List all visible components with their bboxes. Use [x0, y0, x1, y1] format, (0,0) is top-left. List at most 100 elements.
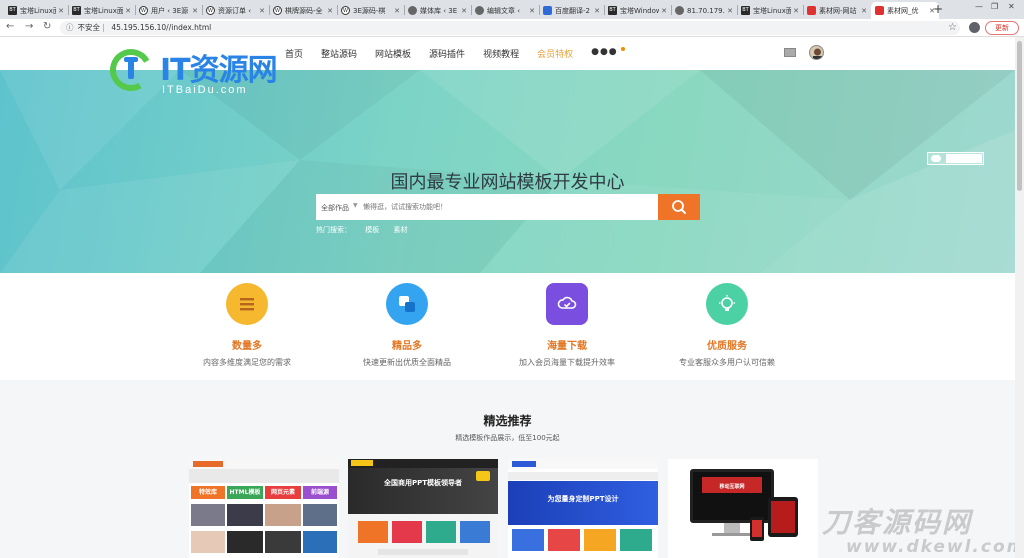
browser-tab[interactable]: W 3E源码-棋 ✕: [337, 2, 404, 19]
card-nav: [189, 469, 339, 483]
tab-close-icon[interactable]: ✕: [791, 7, 799, 15]
new-tab-button[interactable]: +: [933, 2, 943, 16]
chevron-down-icon[interactable]: ▼: [353, 202, 358, 209]
nav-home[interactable]: 首页: [285, 47, 303, 60]
address-toolbar: ← → ↻ ⓘ 不安全 | 45.195.156.10//index.html ☆…: [0, 19, 1024, 37]
tab-close-icon[interactable]: ✕: [659, 7, 667, 15]
nav-templates[interactable]: 网站模板: [375, 47, 411, 60]
url-text: 45.195.156.10//index.html: [111, 23, 212, 32]
browser-tab-strip: BT宝塔Linux面板✕BT宝塔Linux面板✕W用户 ‹ 3E源✕W资源订单 …: [0, 0, 1024, 19]
card-thumb: [265, 531, 301, 553]
browser-tab[interactable]: 媒体库 ‹ 3E ✕: [404, 2, 471, 19]
page-scrollbar[interactable]: [1015, 37, 1024, 558]
tab-close-icon[interactable]: ✕: [527, 7, 535, 15]
feature-title: 数量多: [232, 341, 262, 352]
tab-close-icon[interactable]: ✕: [56, 7, 64, 15]
restore-icon[interactable]: ❐: [991, 2, 998, 11]
logo-text[interactable]: IT资源网: [160, 45, 278, 89]
template-card[interactable]: 移动互联网: [668, 459, 818, 558]
search-input[interactable]: [363, 200, 643, 214]
tab-close-icon[interactable]: ✕: [459, 7, 467, 15]
tab-close-icon[interactable]: ✕: [123, 7, 131, 15]
back-icon[interactable]: ←: [6, 21, 14, 32]
reload-icon[interactable]: ↻: [43, 21, 51, 32]
browser-tab[interactable]: BT宝塔Linux面板✕: [4, 2, 68, 19]
card-thumb: [460, 521, 490, 543]
browser-tab[interactable]: 编辑文章 ‹ ✕: [471, 2, 539, 19]
forward-icon[interactable]: →: [25, 21, 33, 32]
cloud-badge-bar: [946, 154, 982, 163]
hot-search-link[interactable]: 模板: [365, 226, 379, 234]
template-card[interactable]: 为您量身定制PPT设计: [508, 459, 658, 558]
tab-close-icon[interactable]: ✕: [190, 7, 198, 15]
card-title: 移动互联网: [719, 484, 745, 490]
watermark: 刀客源码网: [822, 506, 973, 539]
browser-tab[interactable]: W 资源订单 ‹ ✕: [202, 2, 269, 19]
feature-desc: 加入会员海量下载提升效率: [519, 358, 615, 367]
tab-close-icon[interactable]: ✕: [325, 7, 333, 15]
nav-vip[interactable]: 会员特权: [537, 47, 573, 60]
feature-desc: 快速更新出优质全面精品: [363, 358, 451, 367]
card-monitor-stand: [724, 523, 740, 533]
nav-video-tutorials[interactable]: 视频教程: [483, 47, 519, 60]
minimize-icon[interactable]: —: [975, 2, 983, 11]
favicon-icon: [675, 6, 684, 15]
tab-close-icon[interactable]: ✕: [592, 7, 600, 15]
nav-more[interactable]: ●●●: [591, 47, 625, 60]
tab-label: 素材网-网站: [819, 6, 857, 15]
close-window-icon[interactable]: ✕: [1008, 2, 1015, 11]
card-decoration: [476, 471, 490, 481]
favicon-icon: BT: [608, 6, 617, 15]
search-category-select[interactable]: 全部作品: [321, 203, 349, 213]
nav-site-source[interactable]: 整站源码: [321, 47, 357, 60]
search-button[interactable]: [658, 194, 700, 220]
browser-tab[interactable]: BT宝塔Linux面板✕: [68, 2, 135, 19]
update-button[interactable]: 更新: [985, 21, 1019, 35]
logo-icon[interactable]: [107, 45, 157, 95]
tab-close-icon[interactable]: ✕: [392, 7, 400, 15]
bulb-icon: [706, 283, 748, 325]
browser-tab[interactable]: BT 宝塔Linux面 ✕: [737, 2, 803, 19]
template-card[interactable]: 特效库 HTML模板 网页元素 前端源: [189, 459, 339, 558]
tab-close-icon[interactable]: ✕: [257, 7, 265, 15]
more-dots-icon: ●●●: [591, 47, 618, 57]
card-tag: 特效库: [191, 486, 225, 499]
url-bar[interactable]: ⓘ 不安全 | 45.195.156.10//index.html: [60, 21, 960, 35]
user-avatar[interactable]: [809, 45, 824, 60]
account-icon[interactable]: [969, 22, 980, 33]
browser-tab-active[interactable]: 素材网_优 ✕: [871, 2, 939, 19]
favicon-icon: [807, 6, 816, 15]
browser-tab[interactable]: W 棋牌源码-全 ✕: [269, 2, 337, 19]
tab-close-icon[interactable]: ✕: [725, 7, 733, 15]
hero-title: 国内最专业网站模板开发中心: [390, 172, 625, 193]
tab-label: 宝塔Linux面: [753, 6, 792, 15]
features-section: 数量多 内容多维度满足您的需求 精品多 快速更新出优质全面精品 海量下载 加入会…: [0, 273, 1015, 380]
cloud-badge[interactable]: [927, 152, 984, 165]
nav-plugins[interactable]: 源码插件: [429, 47, 465, 60]
card-thumb: [512, 529, 544, 551]
bookmark-star-icon[interactable]: ☆: [948, 22, 957, 33]
favicon-icon: [408, 6, 417, 15]
hot-search-link[interactable]: 素材: [393, 226, 407, 234]
search-bar: 全部作品 ▼: [316, 194, 700, 220]
hot-searches: 热门搜索： 模板 素材: [316, 225, 419, 235]
browser-tab[interactable]: BT宝塔Windows✕: [604, 2, 671, 19]
tab-close-icon[interactable]: ✕: [859, 7, 867, 15]
feature-desc: 内容多维度满足您的需求: [203, 358, 291, 367]
insecure-label: 不安全: [77, 23, 101, 32]
card-banner-text: 为您量身定制PPT设计: [547, 495, 619, 503]
cloud-icon: [931, 155, 941, 162]
main-nav: 首页 整站源码 网站模板 源码插件 视频教程 会员特权 ●●●: [285, 47, 643, 60]
mail-icon[interactable]: [784, 48, 796, 57]
browser-tab[interactable]: 素材网-网站 ✕: [803, 2, 871, 19]
scrollbar-thumb[interactable]: [1017, 41, 1022, 191]
card-thumb: [265, 504, 301, 526]
template-card[interactable]: 全国商用PPT模板领导者: [348, 459, 498, 558]
browser-tab[interactable]: W 用户 ‹ 3E源 ✕: [135, 2, 202, 19]
browser-tab[interactable]: 81.70.179. ✕: [671, 2, 737, 19]
tab-label: 宝塔Linux面板: [84, 6, 124, 15]
favicon-icon: BT: [741, 6, 750, 15]
browser-tab[interactable]: 百度翻译-2 ✕: [539, 2, 604, 19]
tab-label: 媒体库 ‹ 3E: [420, 6, 458, 15]
card-tag: HTML模板: [227, 486, 263, 499]
